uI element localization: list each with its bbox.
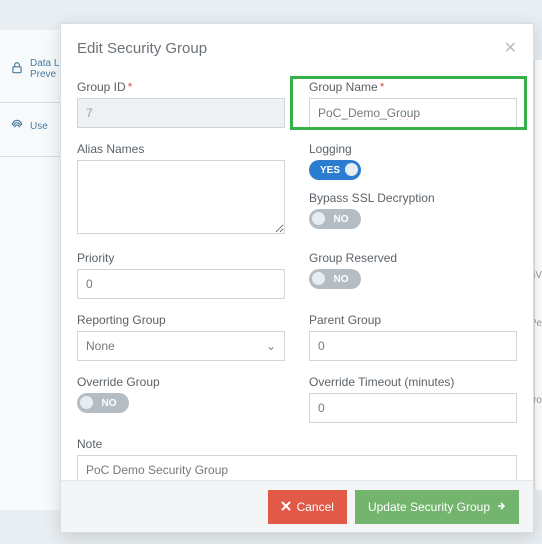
reporting-label: Reporting Group: [77, 313, 285, 327]
arrow-right-icon: [496, 500, 506, 514]
x-icon: [281, 500, 291, 514]
override-timeout-input[interactable]: [309, 393, 517, 423]
override-group-toggle[interactable]: NO: [77, 393, 129, 413]
group-name-input[interactable]: [309, 98, 517, 128]
lock-icon: [10, 61, 24, 78]
reporting-value: None: [86, 339, 115, 353]
parent-label: Parent Group: [309, 313, 517, 327]
alias-textarea[interactable]: [77, 160, 285, 234]
parent-input[interactable]: [309, 331, 517, 361]
group-reserved-toggle[interactable]: NO: [309, 269, 361, 289]
logging-label: Logging: [309, 142, 517, 156]
cancel-button[interactable]: Cancel: [268, 490, 347, 524]
bypass-toggle[interactable]: NO: [309, 209, 361, 229]
override-group-label: Override Group: [77, 375, 285, 389]
priority-label: Priority: [77, 251, 285, 265]
chevron-down-icon: ⌄: [266, 339, 276, 353]
reporting-select[interactable]: None ⌄: [77, 331, 285, 361]
update-button[interactable]: Update Security Group: [355, 490, 519, 524]
bg-tile-dlp: Data LPreve: [10, 58, 59, 80]
bypass-label: Bypass SSL Decryption: [309, 191, 517, 205]
group-id-input: [77, 98, 285, 128]
bg-tile-user: Use: [10, 118, 48, 135]
override-timeout-label: Override Timeout (minutes): [309, 375, 517, 389]
modal-header: Edit Security Group ✕: [61, 24, 533, 68]
modal-title: Edit Security Group: [77, 40, 207, 57]
group-reserved-label: Group Reserved: [309, 251, 517, 265]
alias-label: Alias Names: [77, 142, 285, 156]
group-name-label: Group Name*: [309, 80, 517, 94]
modal-footer: Cancel Update Security Group: [61, 480, 533, 532]
note-label: Note: [77, 437, 517, 451]
fingerprint-icon: [10, 118, 24, 135]
logging-toggle[interactable]: YES: [309, 160, 361, 180]
edit-security-group-modal: Edit Security Group ✕ Group ID* Group Na…: [60, 23, 534, 533]
close-icon[interactable]: ✕: [504, 38, 517, 58]
priority-input[interactable]: [77, 269, 285, 299]
group-id-label: Group ID*: [77, 80, 285, 94]
